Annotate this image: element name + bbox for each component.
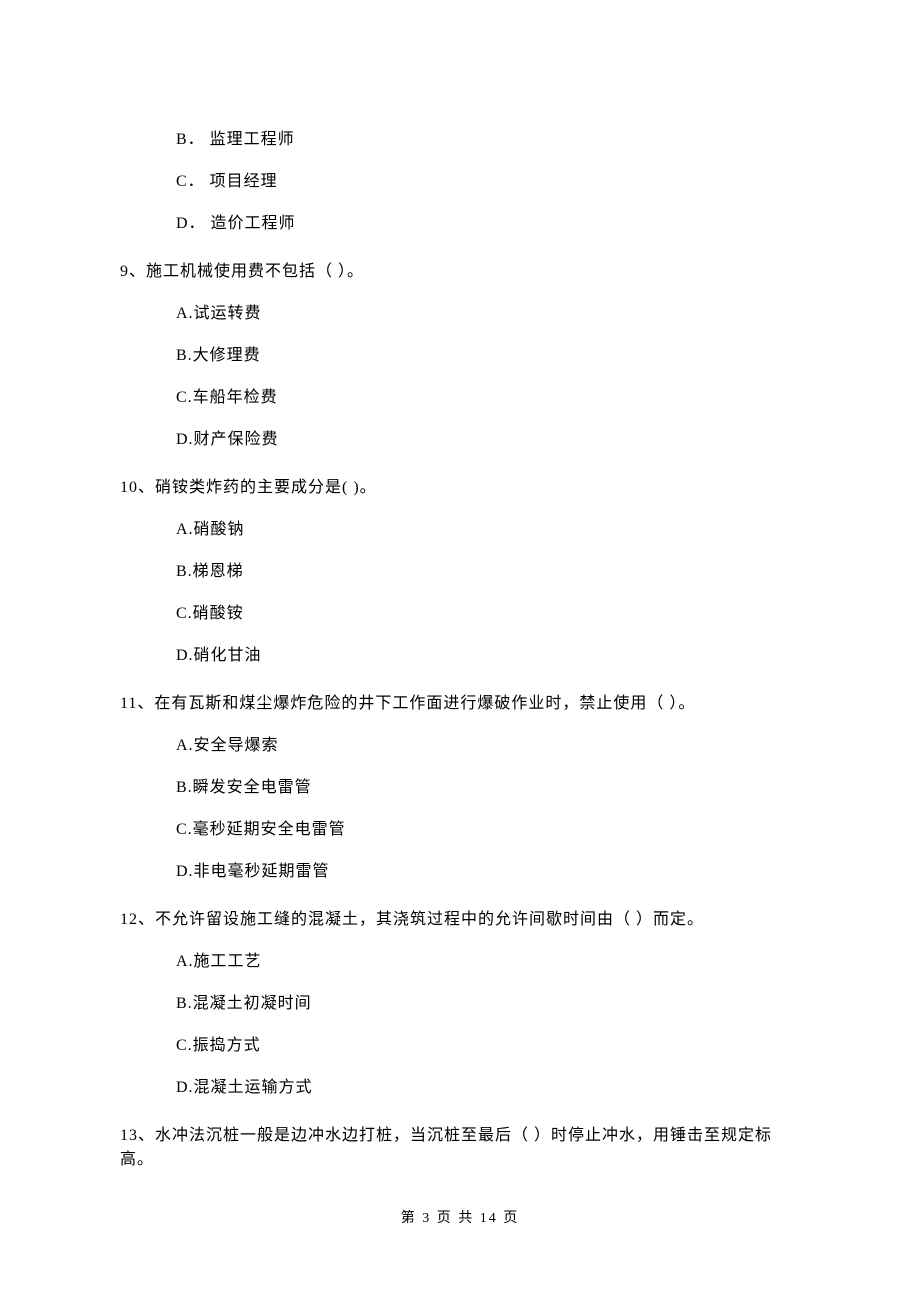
q13-stem: 13、水冲法沉桩一般是边冲水边打桩，当沉桩至最后（ ）时停止冲水，用锤击至规定标…	[120, 1124, 800, 1172]
q9-stem: 9、施工机械使用费不包括（ ）。	[120, 260, 800, 284]
q8-option-d: D． 造价工程师	[176, 212, 800, 236]
q10-stem: 10、硝铵类炸药的主要成分是( )。	[120, 476, 800, 500]
q12-stem: 12、不允许留设施工缝的混凝土，其浇筑过程中的允许间歇时间由（ ）而定。	[120, 908, 800, 932]
q10-option-c: C.硝酸铵	[176, 602, 800, 626]
q11-option-c: C.毫秒延期安全电雷管	[176, 818, 800, 842]
q9-option-d: D.财产保险费	[176, 428, 800, 452]
q10-option-a: A.硝酸钠	[176, 518, 800, 542]
page-footer: 第 3 页 共 14 页	[120, 1208, 800, 1229]
q10-option-d: D.硝化甘油	[176, 644, 800, 668]
q12-option-a: A.施工工艺	[176, 950, 800, 974]
q12-option-b: B.混凝土初凝时间	[176, 992, 800, 1016]
q10-option-b: B.梯恩梯	[176, 560, 800, 584]
q11-option-a: A.安全导爆索	[176, 734, 800, 758]
q8-option-b: B． 监理工程师	[176, 128, 800, 152]
q9-option-b: B.大修理费	[176, 344, 800, 368]
q9-option-c: C.车船年检费	[176, 386, 800, 410]
q11-stem: 11、在有瓦斯和煤尘爆炸危险的井下工作面进行爆破作业时，禁止使用（ ）。	[120, 692, 800, 716]
q8-option-c: C． 项目经理	[176, 170, 800, 194]
q9-option-a: A.试运转费	[176, 302, 800, 326]
q11-option-d: D.非电毫秒延期雷管	[176, 860, 800, 884]
q12-option-c: C.振捣方式	[176, 1034, 800, 1058]
q11-option-b: B.瞬发安全电雷管	[176, 776, 800, 800]
q12-option-d: D.混凝土运输方式	[176, 1076, 800, 1100]
